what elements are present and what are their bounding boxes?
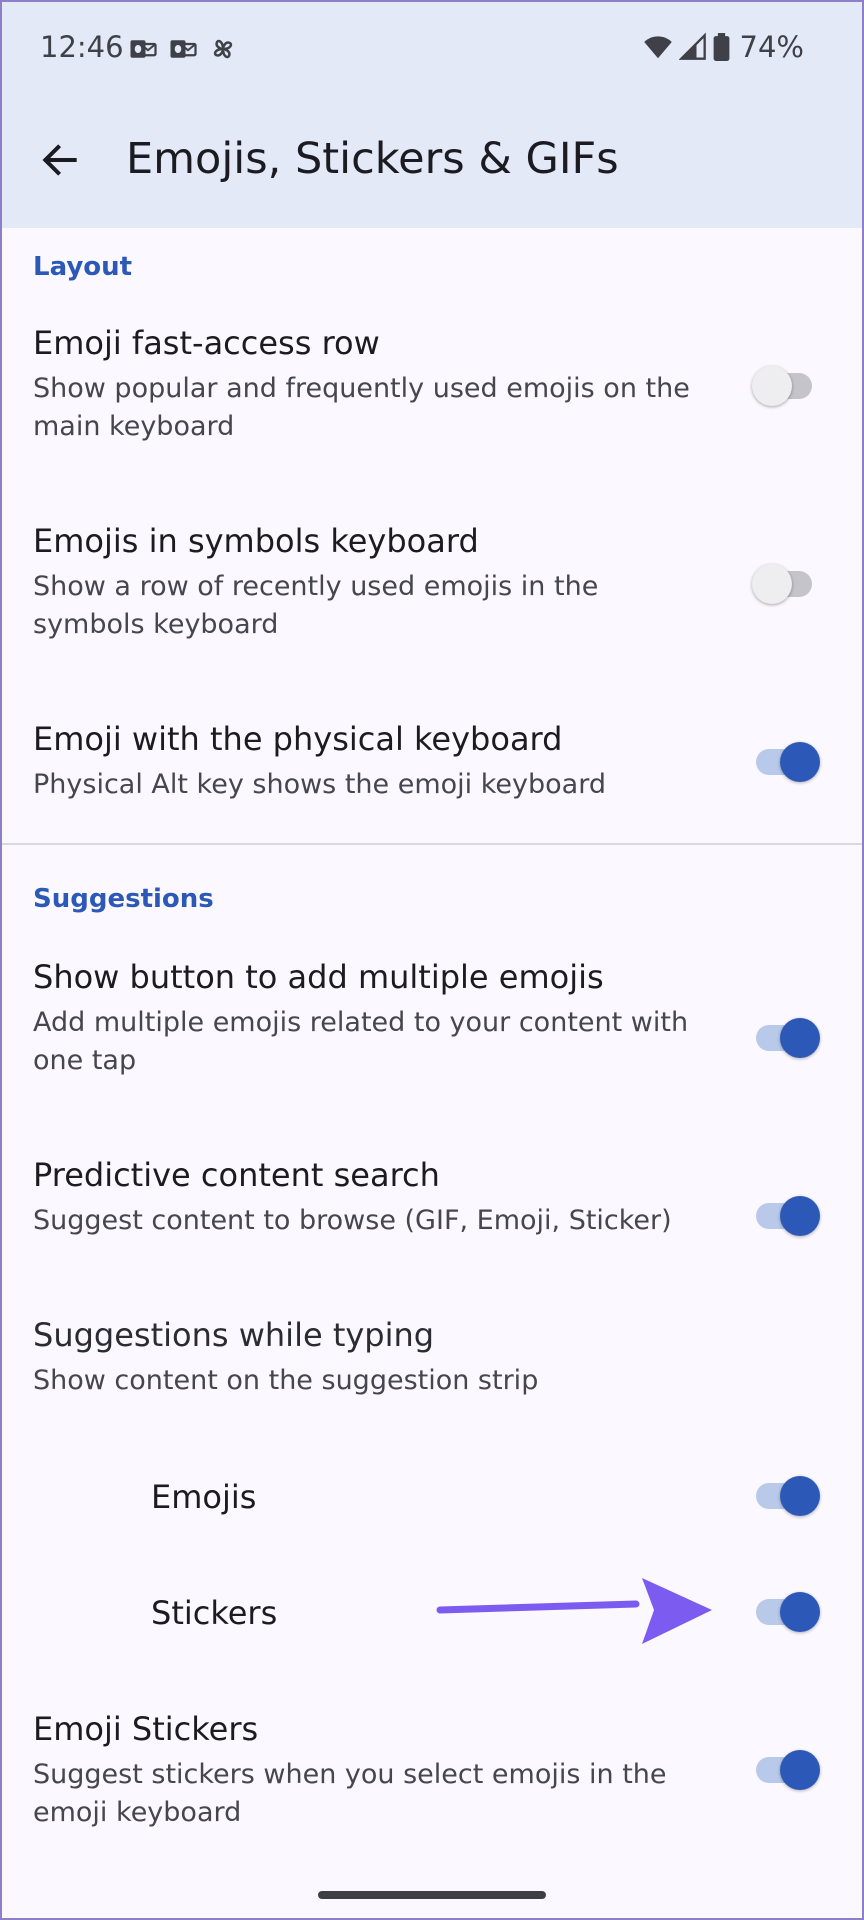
page-title: Emojis, Stickers & GIFs [126, 134, 619, 184]
setting-summary: Physical Alt key shows the emoji keyboar… [33, 769, 606, 800]
toggle-show-button-multiple-emojis[interactable] [752, 1016, 824, 1060]
annotation-arrow-icon [436, 1578, 712, 1644]
section-header-layout: Layout [33, 252, 133, 282]
setting-title: Predictive content search [33, 1156, 440, 1194]
setting-title: Suggestions while typing [33, 1316, 435, 1354]
setting-predictive-content-search[interactable]: Predictive content search Suggest conten… [0, 1150, 864, 1250]
setting-emoji-physical-keyboard[interactable]: Emoji with the physical keyboard Physica… [0, 714, 864, 814]
setting-title: Emojis in symbols keyboard [33, 522, 479, 560]
subsetting-emojis[interactable]: Emojis [0, 1470, 864, 1540]
setting-title: Emoji Stickers [33, 1710, 259, 1748]
app-bar: Emojis, Stickers & GIFs [0, 120, 864, 204]
outlook-icon [170, 40, 197, 58]
toggle-emojis[interactable] [752, 1474, 824, 1518]
wifi-icon [643, 36, 672, 59]
setting-summary: Add multiple emojis related to your cont… [33, 1007, 689, 1076]
setting-summary: Show a row of recently used emojis in th… [33, 571, 599, 640]
subsetting-title: Emojis [151, 1478, 257, 1516]
cell-signal-icon [678, 32, 706, 60]
setting-summary: Show content on the suggestion strip [33, 1365, 539, 1396]
status-bar: 12:46 74% [0, 0, 864, 96]
setting-summary: Suggest stickers when you select emojis … [33, 1759, 667, 1828]
toggle-emoji-physical-keyboard[interactable] [752, 740, 824, 784]
setting-summary: Suggest content to browse (GIF, Emoji, S… [33, 1205, 672, 1236]
pinwheel-icon [213, 39, 233, 59]
toggle-stickers[interactable] [752, 1590, 824, 1634]
section-divider [0, 843, 864, 845]
toggle-emojis-in-symbols-keyboard[interactable] [752, 562, 824, 606]
setting-show-button-multiple-emojis[interactable]: Show button to add multiple emojis Add m… [0, 952, 864, 1092]
setting-emoji-fast-access-row[interactable]: Emoji fast-access row Show popular and f… [0, 318, 864, 458]
notification-icons [128, 34, 238, 64]
arrow-back-icon[interactable] [38, 138, 82, 182]
setting-title: Emoji fast-access row [33, 324, 380, 362]
battery-percent: 74% [739, 30, 804, 64]
toggle-predictive-content-search[interactable] [752, 1194, 824, 1238]
battery-icon [713, 33, 729, 61]
setting-emojis-in-symbols-keyboard[interactable]: Emojis in symbols keyboard Show a row of… [0, 516, 864, 656]
toggle-emoji-stickers[interactable] [752, 1748, 824, 1792]
setting-suggestions-while-typing: Suggestions while typing Show content on… [0, 1316, 864, 1416]
subsetting-stickers[interactable]: Stickers [0, 1586, 864, 1656]
toggle-emoji-fast-access-row[interactable] [752, 364, 824, 408]
status-time: 12:46 [40, 30, 124, 64]
status-right-icons: 74% [643, 30, 804, 64]
home-indicator[interactable] [318, 1891, 546, 1899]
setting-summary: Show popular and frequently used emojis … [33, 373, 690, 442]
setting-title: Show button to add multiple emojis [33, 958, 604, 996]
subsetting-title: Stickers [151, 1594, 278, 1632]
top-header: 12:46 74% Emojis, Stickers & GIFs [0, 0, 864, 228]
outlook-icon [130, 40, 157, 58]
section-header-suggestions: Suggestions [33, 884, 214, 914]
setting-title: Emoji with the physical keyboard [33, 720, 563, 758]
setting-emoji-stickers[interactable]: Emoji Stickers Suggest stickers when you… [0, 1710, 864, 1850]
